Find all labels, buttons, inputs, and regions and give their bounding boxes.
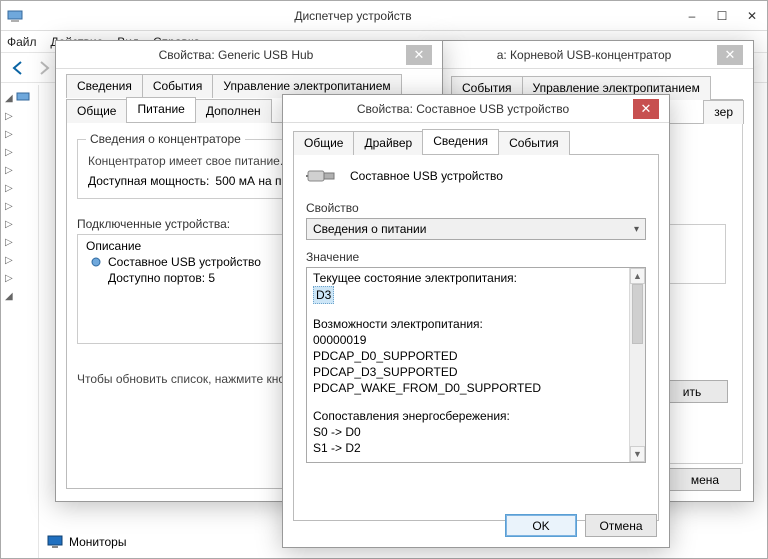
monitor-icon [47, 534, 63, 550]
property-dropdown[interactable]: Сведения о питании ▾ [306, 218, 646, 240]
close-button[interactable]: ✕ [406, 45, 432, 65]
value-line-selected[interactable]: D3 [313, 286, 334, 304]
value-line: PDCAP_D0_SUPPORTED [313, 348, 639, 364]
tab-general[interactable]: Общие [66, 99, 127, 123]
chevron-down-icon: ▾ [634, 224, 639, 235]
value-line: Возможности электропитания: [313, 316, 639, 332]
close-button[interactable]: ✕ [633, 99, 659, 119]
tab-driver[interactable]: Драйвер [353, 131, 423, 155]
tab-details[interactable]: Сведения [422, 129, 499, 154]
dialog-title: Свойства: Generic USB Hub [66, 48, 406, 62]
device-tree[interactable]: ◢ ▷ ▷ ▷ ▷ ▷ ▷ ▷ ▷ ▷ ▷ ◢ [1, 85, 39, 558]
tabs-row: Общие Драйвер Сведения События [293, 129, 659, 155]
device-header: Составное USB устройство [306, 165, 646, 187]
main-title: Диспетчер устройств [29, 9, 677, 23]
tab-power[interactable]: Питание [126, 97, 195, 122]
usb-icon [90, 256, 102, 268]
tree-item-label: Мониторы [69, 535, 126, 549]
value-line: Сопоставления энергосбережения: [313, 408, 639, 424]
usb-plug-icon [306, 165, 338, 187]
tab-details[interactable]: Сведения [66, 74, 143, 98]
dialog-title: a: Корневой USB-концентратор [451, 48, 717, 62]
properties-dialog-composite-usb: Свойства: Составное USB устройство ✕ Общ… [282, 94, 670, 548]
value-line: PDCAP_WAKE_FROM_D0_SUPPORTED [313, 380, 639, 396]
tree-item-monitors[interactable]: Мониторы [47, 534, 126, 550]
cancel-button-partial[interactable]: мена [669, 468, 741, 491]
tab-other[interactable]: зер [703, 100, 744, 124]
minimize-button[interactable]: – [677, 5, 707, 27]
computer-icon [7, 8, 23, 24]
nav-forward-button[interactable] [33, 57, 55, 79]
dialog-buttons: OK Отмена [505, 514, 657, 537]
main-titlebar: Диспетчер устройств – ☐ ✕ [1, 1, 767, 31]
value-line: S1 -> D2 [313, 440, 639, 456]
close-button[interactable]: ✕ [737, 5, 767, 27]
dialog-titlebar: Свойства: Generic USB Hub ✕ [56, 41, 442, 69]
dropdown-value: Сведения о питании [313, 222, 426, 236]
dialog-titlebar: Свойства: Составное USB устройство ✕ [283, 95, 669, 123]
cancel-button[interactable]: Отмена [585, 514, 657, 537]
tab-general[interactable]: Общие [293, 131, 354, 155]
close-button[interactable]: ✕ [717, 45, 743, 65]
tab-more[interactable]: Дополнен [195, 99, 272, 123]
value-label: Значение [306, 250, 646, 264]
dialog-title: Свойства: Составное USB устройство [293, 102, 633, 116]
property-label: Свойство [306, 201, 646, 215]
menu-file[interactable]: Файл [7, 35, 37, 49]
tab-events[interactable]: События [142, 74, 214, 98]
device-header-label: Составное USB устройство [350, 169, 503, 183]
value-line: 00000019 [313, 332, 639, 348]
nav-back-button[interactable] [7, 57, 29, 79]
maximize-button[interactable]: ☐ [707, 5, 737, 27]
scroll-up-button[interactable]: ▲ [630, 268, 645, 284]
scrollbar[interactable]: ▲ ▼ [629, 268, 645, 462]
value-line: S0 -> D0 [313, 424, 639, 440]
computer-icon [16, 91, 30, 105]
value-line: Текущее состояние электропитания: [313, 270, 639, 286]
tab-events[interactable]: События [498, 131, 570, 155]
ok-button[interactable]: OK [505, 514, 577, 537]
list-item-label: Составное USB устройство [108, 255, 261, 269]
value-listbox[interactable]: Текущее состояние электропитания: D3 Воз… [306, 267, 646, 463]
power-available-label: Доступная мощность: [88, 174, 209, 188]
value-line: PDCAP_D3_SUPPORTED [313, 364, 639, 380]
scroll-down-button[interactable]: ▼ [630, 446, 645, 462]
window-controls: – ☐ ✕ [677, 5, 767, 27]
dialog-titlebar: a: Корневой USB-концентратор ✕ [441, 41, 753, 69]
scroll-thumb[interactable] [632, 284, 643, 344]
tab-panel-details: Составное USB устройство Свойство Сведен… [293, 155, 659, 521]
group-legend: Сведения о концентраторе [86, 132, 245, 146]
scroll-track[interactable] [630, 284, 645, 446]
